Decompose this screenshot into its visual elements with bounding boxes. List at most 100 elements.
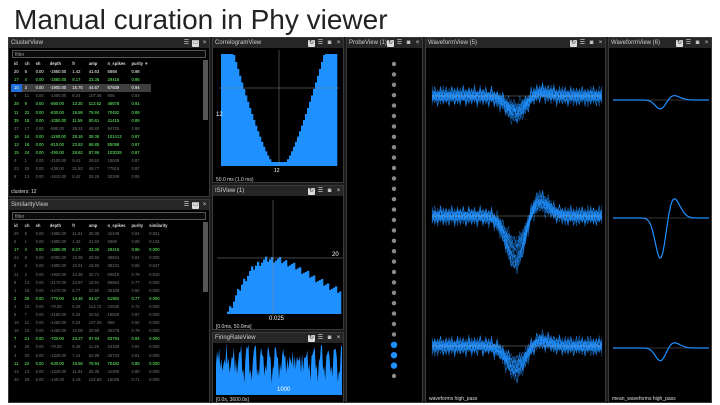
similarity-scrollbar[interactable] bbox=[203, 222, 208, 292]
cluster-row[interactable]: 23 25 0.00 -430.00 21.53 46.77 77516 0.87 bbox=[11, 165, 151, 173]
table-cell: 0.00 bbox=[35, 303, 44, 309]
cluster-scrollbar[interactable] bbox=[203, 60, 208, 120]
table-cell: 23.63 bbox=[72, 141, 83, 147]
similarity-row[interactable]: 6 26 0.00 -70.00 9.48 11.25 34169 0.81 0.000 bbox=[11, 343, 171, 351]
similarity-row[interactable]: 22 8 0.00 -2050.00 10.96 28.56 39504 0.84 0.000 bbox=[11, 254, 171, 262]
table-cell: 4 bbox=[24, 77, 28, 83]
similarity-row[interactable]: 11 22 0.00 -630.00 19.58 78.94 70482 0.89 0.000 bbox=[11, 360, 171, 368]
menu-icon[interactable]: ☰ bbox=[183, 202, 190, 209]
table-cell: 0.00 bbox=[35, 271, 44, 277]
table-cell: 41.63 bbox=[88, 239, 100, 245]
isi-bar bbox=[251, 266, 254, 314]
table-cell: 4 bbox=[24, 247, 28, 253]
waveform-plot[interactable]: waveforms high_pass bbox=[426, 38, 606, 403]
cluster-row[interactable]: 28 9 0.00 -880.00 13.30 113.62 48878 0.91 bbox=[11, 100, 151, 108]
cluster-row[interactable]: 35 18 0.00 -1050.00 11.59 80.61 41415 0.89 bbox=[11, 117, 151, 125]
mean-waveform-plot[interactable]: mean_waveforms high_pass bbox=[609, 38, 712, 403]
probe-channel-dot bbox=[391, 373, 397, 379]
correlogram-bar bbox=[287, 159, 290, 166]
maximize-icon[interactable]: □ bbox=[192, 39, 199, 47]
isi-plot[interactable]: 20 0.025 [0.0ms, 50.0ms] bbox=[213, 186, 344, 330]
column-header[interactable]: amp bbox=[86, 222, 105, 230]
cluster-row[interactable]: 9 13 0.00 -1610.00 8.42 25.26 30349 0.85 bbox=[11, 173, 151, 181]
cluster-row[interactable]: 10 3 0.00 -1900.00 15.75 44.67 67939 0.94 bbox=[11, 84, 152, 93]
cluster-row[interactable]: 15 24 0.00 -490.00 28.62 87.96 103039 0.87 bbox=[11, 149, 151, 157]
table-cell: -1330.00 bbox=[49, 352, 67, 358]
mean-waveform-trace bbox=[613, 342, 709, 362]
cluster-row[interactable]: 17 4 0.00 -1880.00 8.17 33.36 29416 0.95 bbox=[11, 76, 151, 84]
probe-plot[interactable] bbox=[347, 38, 423, 403]
close-icon[interactable]: × bbox=[201, 202, 208, 209]
menu-icon[interactable]: ☰ bbox=[183, 40, 190, 47]
close-icon[interactable]: × bbox=[201, 40, 208, 47]
table-cell: 0.24 bbox=[72, 320, 81, 326]
cluster-filter-input[interactable]: filter bbox=[12, 50, 206, 58]
similarity-row[interactable]: 5 7 0.00 -2180.00 5.44 26.52 19829 0.87 0.000 bbox=[11, 311, 171, 319]
table-cell: 15.75 bbox=[69, 84, 86, 93]
column-header[interactable]: depth bbox=[47, 60, 70, 68]
cluster-row[interactable]: 20 5 0.00 -1860.00 1.42 41.63 5868 0.98 bbox=[11, 68, 151, 76]
column-header[interactable]: id bbox=[11, 60, 22, 68]
similarity-row[interactable]: 17 4 0.00 -1880.00 8.17 33.36 29416 0.95 0.000 bbox=[11, 246, 171, 254]
similarity-row[interactable]: 7 21 0.00 -700.00 23.27 87.94 83794 0.84 0.000 bbox=[11, 335, 171, 343]
correlogram-plot[interactable]: 12 12 50.0 ms (1.0 ms) bbox=[213, 38, 344, 183]
column-header[interactable]: n_spikes bbox=[105, 60, 129, 68]
similarity-row[interactable]: 19 11 0.00 -1460.00 0.24 107.06 859 0.92 0.000 bbox=[11, 319, 171, 327]
table-cell: 0.000 bbox=[149, 287, 160, 293]
table-cell: 0.000 bbox=[149, 336, 160, 342]
cluster-row[interactable]: 4 1 0.00 -2100.00 9.41 29.52 18639 0.87 bbox=[11, 157, 151, 165]
cluster-row[interactable]: 11 22 0.00 -630.00 19.58 78.94 70482 0.89 bbox=[11, 109, 151, 117]
column-header[interactable]: similarity bbox=[146, 222, 170, 230]
similarity-filter-input[interactable]: filter bbox=[12, 212, 206, 220]
cluster-row[interactable]: 9 11 0.00 -1400.00 8.24 107.06 806 0.92 bbox=[11, 92, 151, 100]
column-header[interactable]: sh bbox=[33, 222, 47, 230]
table-cell: 15036 bbox=[107, 376, 120, 382]
similarity-row[interactable]: 8 3 0.00 -1890.00 10.61 16.65 38222 0.66 0.647 bbox=[11, 262, 171, 270]
table-cell: 30349 bbox=[107, 174, 120, 180]
correlogram-bar bbox=[273, 162, 276, 166]
correlogram-bar bbox=[263, 146, 266, 166]
isi-bar bbox=[229, 306, 232, 314]
column-header[interactable]: fr bbox=[69, 222, 85, 230]
similarity-row[interactable]: 21 2 0.00 -1920.00 14.35 20.71 60619 0.79 0.610 bbox=[11, 271, 171, 279]
table-cell: 10 bbox=[24, 328, 30, 334]
table-cell: 1.42 bbox=[72, 239, 81, 245]
probe-channel-dot bbox=[391, 249, 397, 254]
similarity-row[interactable]: 6 1 0.00 -1890.00 1.42 41.63 5868 0.98 0.134 bbox=[11, 238, 171, 246]
cluster-row[interactable]: 37 17 0.00 -880.00 28.31 48.80 94725 0.88 bbox=[11, 125, 151, 133]
similarity-row[interactable]: 1 18 0.00 -1470.00 6.77 22.85 25169 0.82 0.000 bbox=[11, 287, 171, 295]
correlogram-bar bbox=[229, 54, 232, 166]
table-cell: -1860.00 bbox=[49, 69, 67, 75]
table-cell: 37 bbox=[14, 125, 19, 131]
column-header[interactable]: depth bbox=[47, 222, 70, 230]
similarity-row[interactable]: 20 5 0.00 -1860.00 11.51 30.36 41445 0.94 0.821 bbox=[11, 230, 171, 238]
column-header[interactable]: n_spikes bbox=[105, 222, 129, 230]
correlogram-bar bbox=[301, 125, 304, 166]
cluster-row[interactable]: 16 14 0.00 -1190.00 28.16 38.36 101413 0.87 bbox=[11, 133, 151, 141]
similarity-row[interactable]: 14 13 0.00 -1240.00 11.64 20.38 41909 0.80 0.000 bbox=[11, 368, 171, 376]
cluster-row[interactable]: 13 16 0.00 -810.00 23.63 68.85 85098 0.87 bbox=[11, 141, 151, 149]
column-header[interactable]: ch bbox=[22, 60, 33, 68]
similarity-row[interactable]: 4 20 0.00 -1330.00 7.14 52.99 25723 0.81 0.000 bbox=[11, 352, 171, 360]
table-cell: 9 bbox=[14, 174, 17, 180]
similarity-row[interactable]: 2 28 0.00 -770.00 14.46 64.67 51982 0.77 0.000 bbox=[11, 295, 171, 303]
firing-rate-plot[interactable]: 1000 [0.0s, 3600.0s] bbox=[213, 333, 344, 403]
similarity-row[interactable]: 9 13 0.00 -2170.00 24.97 18.91 89684 0.77 0.000 bbox=[11, 279, 171, 287]
column-header[interactable]: id bbox=[11, 222, 22, 230]
column-header[interactable]: purity ▼ bbox=[128, 60, 151, 68]
column-header[interactable]: fr bbox=[69, 60, 85, 68]
similarity-row[interactable]: 30 29 0.00 -140.00 4.18 122.88 15036 0.71 0.000 bbox=[11, 376, 171, 384]
table-cell: 11.64 bbox=[72, 368, 83, 374]
column-header[interactable]: ch bbox=[22, 222, 33, 230]
correlogram-bar bbox=[251, 114, 254, 166]
column-header[interactable]: amp bbox=[86, 60, 105, 68]
column-header[interactable]: purity bbox=[128, 222, 146, 230]
table-cell: 11.59 bbox=[72, 117, 83, 123]
maximize-icon[interactable]: □ bbox=[192, 201, 199, 209]
similarity-row[interactable]: 3 10 0.00 -70.00 6.28 113.72 22535 0.72 0.000 bbox=[11, 303, 171, 311]
table-cell: 859 bbox=[107, 320, 115, 326]
similarity-row[interactable]: 16 10 0.00 -1460.00 10.09 29.98 36278 0.78 0.000 bbox=[11, 327, 171, 335]
correlogram-bar bbox=[307, 107, 310, 166]
probe-channel-dot bbox=[391, 197, 397, 202]
column-header[interactable]: sh bbox=[33, 60, 47, 68]
